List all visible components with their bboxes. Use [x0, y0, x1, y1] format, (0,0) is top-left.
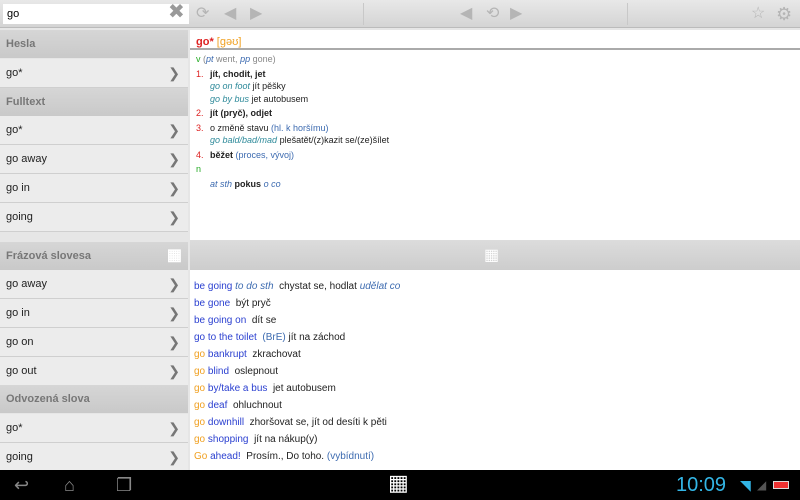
pronunciation: [gəʊ] — [216, 36, 242, 48]
pos-noun: n — [196, 164, 202, 174]
clear-icon[interactable]: ✖ — [168, 2, 185, 22]
list-item[interactable]: go* ❯ — [0, 414, 188, 443]
chevron-right-icon: ❯ — [168, 209, 180, 225]
section-header: Odvozená slova — [0, 385, 188, 413]
home-icon[interactable]: ⌂ — [64, 474, 75, 496]
list-item[interactable]: going ❯ — [0, 443, 188, 472]
clock: 10:09 — [676, 474, 727, 496]
section-title: Frázová slovesa — [6, 250, 91, 262]
phrase-row[interactable]: be gone být pryč — [190, 295, 800, 312]
sense: 1. jít, chodit, jet — [196, 68, 266, 79]
history-icon[interactable]: ⟲ — [486, 4, 499, 24]
recent-apps-icon[interactable]: ❐ — [116, 474, 132, 496]
entry-header: go* [gəʊ] — [190, 30, 800, 50]
phrase-row[interactable]: be going to do sth chystat se, hodlat ud… — [190, 278, 800, 295]
list-item[interactable]: go out ❯ — [0, 357, 188, 386]
results-panel: Hesla go* ❯ Fulltext go* ❯ go away ❯ go in ❯… — [0, 30, 188, 472]
item-label: going — [6, 451, 33, 463]
star-icon[interactable]: ☆ — [751, 4, 765, 24]
list-item[interactable]: go away ❯ — [0, 270, 188, 299]
chevron-right-icon: ❯ — [168, 122, 180, 138]
headword: go* — [196, 36, 214, 48]
item-label: go* — [6, 422, 23, 434]
chevron-right-icon: ❯ — [168, 151, 180, 167]
history-back-icon[interactable]: ◀ — [460, 4, 472, 24]
item-label: going — [6, 211, 33, 223]
divider — [363, 3, 364, 25]
chevron-right-icon: ❯ — [168, 305, 180, 321]
phrase-row[interactable]: be going on dít se — [190, 312, 800, 329]
list-item[interactable]: go in ❯ — [0, 299, 188, 328]
phrase-row[interactable]: go shopping jít na nákup(y) — [190, 431, 800, 448]
chevron-right-icon: ❯ — [168, 334, 180, 350]
grid-icon[interactable]: ▦ — [484, 245, 499, 265]
example: go by bus jet autobusem — [210, 93, 309, 104]
list-item[interactable]: go away ❯ — [0, 145, 188, 174]
wifi-icon: ◥ — [740, 477, 751, 493]
item-label: go on — [6, 336, 34, 348]
phrase-row[interactable]: go deaf ohluchnout — [190, 397, 800, 414]
phrase-row[interactable]: go downhill zhoršovat se, jít od desíti … — [190, 414, 800, 431]
signal-icon: ◢ — [757, 478, 767, 492]
gear-icon[interactable]: ⚙ — [776, 4, 792, 24]
example: go bald/bad/mad plešatět/(z)kazit se/(ze… — [210, 135, 390, 145]
history-forward-icon[interactable]: ▶ — [510, 4, 522, 24]
sense: 4. běžet (proces, vývoj) — [196, 149, 295, 160]
phrase-list: be going to do sth chystat se, hodlat ud… — [190, 270, 800, 470]
phrase-row[interactable]: go blind oslepnout — [190, 363, 800, 380]
chevron-right-icon: ❯ — [168, 65, 180, 81]
forward-icon[interactable]: ▶ — [250, 4, 262, 24]
search-input[interactable] — [3, 4, 189, 24]
item-label: go out — [6, 365, 37, 377]
phrase-row[interactable]: go by/take a bus jet autobusem — [190, 380, 800, 397]
item-label: go in — [6, 182, 30, 194]
list-item[interactable]: go in ❯ — [0, 174, 188, 203]
toolbar: ✖ ⟳ ◀ ▶ ◀ ⟲ ▶ ☆ ⚙ — [0, 0, 800, 28]
item-label: go away — [6, 278, 47, 290]
chevron-right-icon: ❯ — [168, 363, 180, 379]
item-label: go in — [6, 307, 30, 319]
item-label: go* — [6, 67, 23, 79]
keyboard-menu-icon[interactable]: ▦ — [388, 472, 409, 494]
section-header: Fulltext — [0, 88, 188, 116]
grammar-line: v (pt went, pp gone) — [196, 54, 276, 64]
section-header: Frázová slovesa ▦ — [0, 242, 188, 270]
example: go on foot jít pěšky — [210, 81, 286, 91]
entry-detail: go* [gəʊ] v (pt went, pp gone) 1. jít, ch… — [190, 30, 800, 240]
list-item[interactable]: going ❯ — [0, 203, 188, 232]
sync-icon[interactable]: ⟳ — [196, 4, 209, 24]
phrase-row[interactable]: Go ahead! Prosím., Do toho. (vybídnutí) — [190, 448, 800, 465]
chevron-right-icon: ❯ — [168, 180, 180, 196]
grid-icon[interactable]: ▦ — [167, 242, 182, 270]
item-label: go* — [6, 124, 23, 136]
phrase-row[interactable]: go to the toilet (BrE) jít na záchod — [190, 329, 800, 346]
panel-divider[interactable]: ▦ — [190, 240, 800, 270]
chevron-right-icon: ❯ — [168, 420, 180, 436]
sense: 2. jít (pryč), odjet — [196, 108, 273, 118]
divider — [627, 3, 628, 25]
list-item[interactable]: go on ❯ — [0, 328, 188, 357]
back-nav-icon[interactable]: ↩ — [14, 474, 29, 496]
list-item[interactable]: go* ❯ — [0, 59, 188, 88]
sense: 3. o změně stavu (hl. k horšímu) — [196, 122, 329, 133]
back-icon[interactable]: ◀ — [224, 4, 236, 24]
battery-icon — [773, 481, 789, 489]
section-header: Hesla — [0, 30, 188, 58]
chevron-right-icon: ❯ — [168, 449, 180, 465]
system-bar: ↩ ⌂ ❐ ▦ 10:09 ◥ ◢ — [0, 470, 800, 500]
phrase-row[interactable]: go bankrupt zkrachovat — [190, 346, 800, 363]
list-item[interactable]: go* ❯ — [0, 116, 188, 145]
example: at sth pokus o co — [210, 178, 281, 189]
chevron-right-icon: ❯ — [168, 276, 180, 292]
item-label: go away — [6, 153, 47, 165]
